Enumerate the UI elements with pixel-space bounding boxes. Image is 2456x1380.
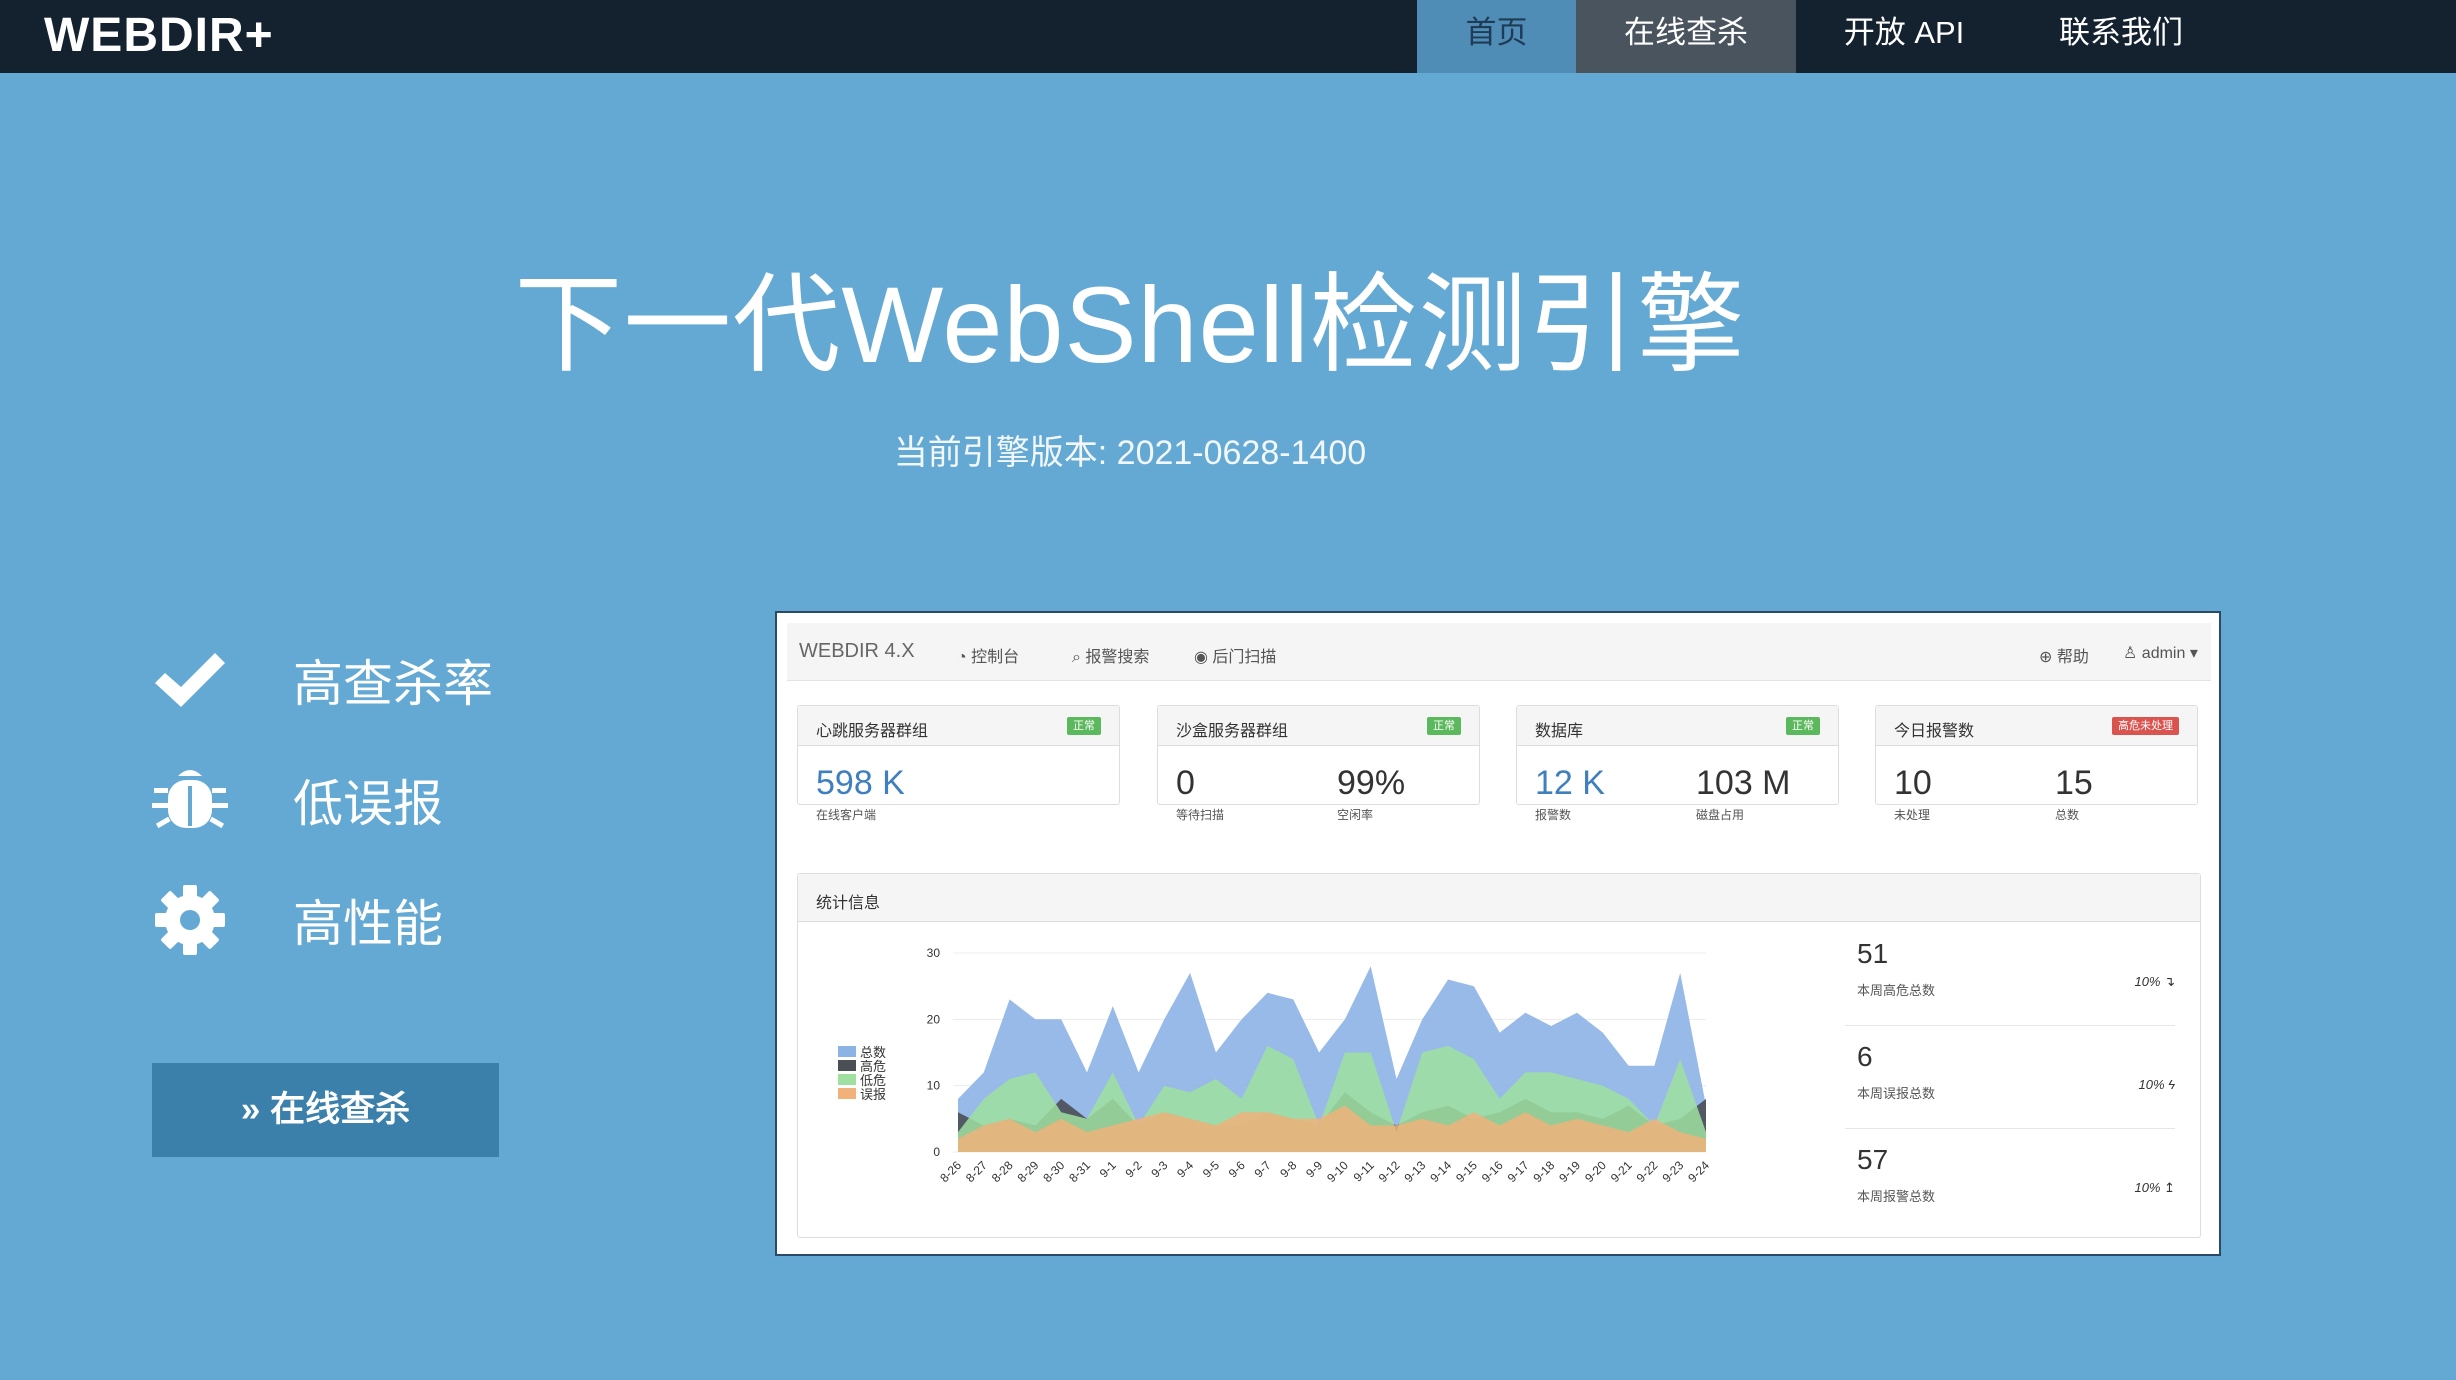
x-tick-label: 9-9 bbox=[1303, 1158, 1325, 1180]
x-tick-label: 9-23 bbox=[1659, 1158, 1686, 1185]
x-tick-label: 8-31 bbox=[1066, 1158, 1093, 1185]
nav-online-scan[interactable]: 在线查杀 bbox=[1576, 0, 1796, 73]
card-stat: 15 总数 bbox=[2055, 764, 2093, 822]
card-database: 数据库 正常 12 K 报警数 103 M 磁盘占用 bbox=[1516, 705, 1839, 822]
x-tick-label: 9-14 bbox=[1427, 1158, 1454, 1185]
card-title: 今日报警数 bbox=[1894, 723, 1975, 740]
card-stat: 99% 空闲率 bbox=[1337, 764, 1406, 822]
engine-version: 当前引擎版本: 2021-0628-1400 bbox=[893, 434, 1367, 472]
card-stat: 0 等待扫描 bbox=[1176, 764, 1225, 822]
area-chart: 0 10 20 30 8-268-278-288-298-308-31 9-1 9-2 9-3… bbox=[927, 946, 1713, 1185]
card-title: 心跳服务器群组 bbox=[816, 723, 929, 740]
y-tick-label: 20 bbox=[927, 1012, 941, 1026]
x-tick-label: 9-13 bbox=[1402, 1158, 1429, 1185]
x-tick-label: 9-6 bbox=[1226, 1158, 1248, 1180]
bug-icon bbox=[150, 760, 230, 840]
x-tick-label: 9-7 bbox=[1251, 1158, 1273, 1180]
online-scan-button[interactable]: » 在线查杀 bbox=[152, 1063, 499, 1157]
x-tick-label: 9-17 bbox=[1505, 1158, 1532, 1185]
x-tick-label: 9-21 bbox=[1608, 1158, 1635, 1185]
status-badge: 高危未处理 bbox=[2112, 717, 2179, 735]
feature-label: 高性能 bbox=[293, 896, 443, 952]
card-sandbox-servers: 沙盒服务器群组 正常 0 等待扫描 99% 空闲率 bbox=[1157, 705, 1480, 822]
status-badge: 正常 bbox=[1427, 717, 1461, 735]
check-icon bbox=[150, 640, 230, 720]
y-tick-label: 30 bbox=[927, 946, 941, 960]
screenshot-nav-console: ◔ 控制台 bbox=[957, 649, 1020, 666]
nav-home[interactable]: 首页 bbox=[1417, 0, 1576, 73]
x-tick-label: 9-8 bbox=[1277, 1158, 1299, 1180]
screenshot-brand: WEBDIR 4.X bbox=[799, 640, 915, 662]
card-title: 数据库 bbox=[1535, 723, 1584, 740]
card-stat: 12 K 报警数 bbox=[1535, 764, 1605, 822]
x-tick-label: 9-24 bbox=[1685, 1158, 1712, 1185]
nav-contact-us[interactable]: 联系我们 bbox=[2012, 0, 2230, 73]
nav-open-api[interactable]: 开放 API bbox=[1796, 0, 2012, 73]
feature-high-performance: 高性能 bbox=[150, 880, 443, 960]
x-tick-label: 9-11 bbox=[1351, 1158, 1377, 1184]
weekly-alert-total-stat: 57 本周报警总数 10% ↥ bbox=[1857, 1144, 2175, 1204]
x-tick-label: 9-4 bbox=[1174, 1158, 1196, 1180]
card-stat: 10 未处理 bbox=[1894, 764, 1932, 822]
feature-high-detection: 高查杀率 bbox=[150, 640, 493, 720]
gear-icon bbox=[150, 880, 230, 960]
x-tick-label: 9-12 bbox=[1376, 1158, 1403, 1185]
dashboard-icon: ◔ bbox=[957, 649, 972, 666]
x-tick-label: 9-19 bbox=[1556, 1158, 1583, 1185]
top-navbar: WEBDIR+ 首页 在线查杀 开放 API 联系我们 bbox=[0, 0, 2456, 73]
x-tick-label: 8-28 bbox=[989, 1158, 1016, 1185]
x-tick-label: 9-2 bbox=[1123, 1158, 1145, 1180]
feature-label: 低误报 bbox=[293, 776, 443, 832]
x-tick-label: 9-18 bbox=[1530, 1158, 1557, 1185]
x-tick-label: 9-3 bbox=[1148, 1158, 1170, 1180]
x-tick-label: 9-15 bbox=[1453, 1158, 1480, 1185]
x-tick-label: 9-10 bbox=[1324, 1158, 1351, 1185]
status-cards: 心跳服务器群组 正常 598 K 在线客户端 沙盒服务器群组 正常 0 等待扫描 99%… bbox=[797, 705, 2201, 822]
screenshot-nav-help: ⊕ 帮助 bbox=[2039, 649, 2089, 666]
status-badge: 正常 bbox=[1786, 717, 1820, 735]
feature-label: 高查杀率 bbox=[293, 656, 493, 712]
dashboard-screenshot: WEBDIR 4.X ◔ 控制台 ⌕ 报警搜索 ◉ 后门扫描 ⊕ 帮助 ♙ ad… bbox=[775, 611, 2221, 1256]
card-stat: 103 M 磁盘占用 bbox=[1696, 764, 1791, 822]
x-tick-label: 9-5 bbox=[1200, 1158, 1222, 1180]
y-tick-label: 10 bbox=[927, 1079, 941, 1093]
search-icon: ⌕ bbox=[1072, 649, 1086, 666]
eye-icon: ◉ bbox=[1194, 649, 1213, 666]
hero-title: 下一代WebShell检测引擎 bbox=[514, 264, 1746, 385]
x-tick-label: 8-30 bbox=[1040, 1158, 1067, 1185]
user-icon: ♙ bbox=[2123, 645, 2142, 662]
screenshot-nav-admin: ♙ admin ▾ bbox=[2123, 645, 2198, 662]
brand-logo[interactable]: WEBDIR+ bbox=[44, 6, 274, 66]
main-nav: 首页 在线查杀 开放 API 联系我们 bbox=[1417, 0, 2230, 73]
screenshot-nav-alert-search: ⌕ 报警搜索 bbox=[1072, 649, 1150, 666]
screenshot-nav-backdoor-scan: ◉ 后门扫描 bbox=[1194, 649, 1277, 666]
x-tick-label: 9-20 bbox=[1582, 1158, 1609, 1185]
caret-down-icon: ▾ bbox=[2185, 645, 2198, 662]
help-icon: ⊕ bbox=[2039, 649, 2057, 666]
status-badge: 正常 bbox=[1067, 717, 1101, 735]
card-heartbeat-servers: 心跳服务器群组 正常 598 K 在线客户端 bbox=[797, 705, 1120, 822]
y-tick-label: 0 bbox=[933, 1145, 940, 1159]
weekly-false-positive-stat: 6 本周误报总数 10% ϟ bbox=[1845, 1027, 2175, 1129]
card-title: 沙盒服务器群组 bbox=[1176, 723, 1289, 740]
weekly-high-risk-stat: 51 本周高危总数 10% ↴ bbox=[1845, 924, 2175, 1026]
x-tick-label: 8-27 bbox=[963, 1158, 990, 1185]
screenshot-navbar: WEBDIR 4.X ◔ 控制台 ⌕ 报警搜索 ◉ 后门扫描 ⊕ 帮助 ♙ ad… bbox=[787, 623, 2211, 681]
x-tick-label: 8-29 bbox=[1015, 1158, 1042, 1185]
feature-low-false-positive: 低误报 bbox=[150, 760, 443, 840]
x-tick-label: 9-16 bbox=[1479, 1158, 1506, 1185]
card-stat: 598 K 在线客户端 bbox=[816, 764, 905, 822]
x-tick-label: 9-22 bbox=[1634, 1158, 1661, 1185]
x-tick-label: 8-26 bbox=[937, 1158, 964, 1185]
panel-title: 统计信息 bbox=[816, 895, 881, 912]
statistics-panel: 统计信息 总数 高危 低危 误报 0 10 20 30 8-26 8-27 8-28 8-29… bbox=[797, 873, 2201, 1238]
card-today-alerts: 今日报警数 高危未处理 10 未处理 15 总数 bbox=[1875, 705, 2198, 822]
x-tick-label: 9-1 bbox=[1097, 1158, 1119, 1180]
